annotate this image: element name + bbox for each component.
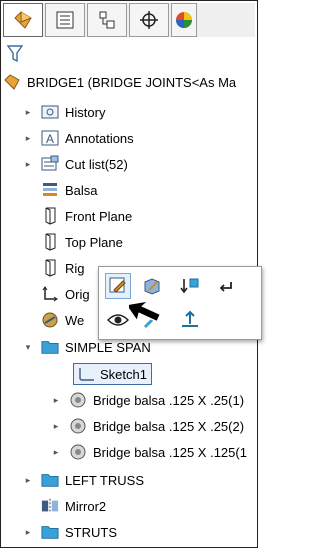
expand-arrow-icon[interactable]: ▸ (51, 421, 61, 431)
rollback-icon (180, 278, 199, 294)
tree-item-body2[interactable]: ▸ Bridge balsa .125 X .25(2) (51, 415, 244, 437)
tree-root[interactable]: BRIDGE1 (BRIDGE JOINTS<As Ma (3, 71, 236, 93)
folder-icon (41, 471, 59, 489)
body2-label: Bridge balsa .125 X .25(2) (93, 418, 245, 434)
mirror-icon (41, 497, 59, 515)
edit-sketch-button[interactable] (105, 273, 131, 299)
folder-icon (41, 338, 59, 356)
filter-button[interactable] (6, 45, 24, 66)
tree-folder-struts[interactable]: ▸ STRUTS (23, 521, 117, 543)
solid-body-icon (69, 391, 87, 409)
history-icon (41, 103, 59, 121)
show-button[interactable] (105, 307, 131, 333)
top-plane-label: Top Plane (65, 234, 123, 250)
tab-display-manager[interactable] (171, 3, 197, 37)
front-plane-label: Front Plane (65, 208, 133, 224)
tree-item-weldment[interactable]: We (41, 309, 84, 331)
simple-span-label: SIMPLE SPAN (65, 339, 151, 355)
tree-item-material[interactable]: Balsa (41, 179, 98, 201)
annotations-label: Annotations (65, 130, 134, 146)
cutlist-label: Cut list(52) (65, 156, 128, 172)
tree-folder-left-truss[interactable]: ▸ LEFT TRUSS (23, 469, 144, 491)
right-plane-label: Rig (65, 260, 85, 276)
folder-icon (41, 523, 59, 541)
left-truss-label: LEFT TRUSS (65, 472, 144, 488)
expand-arrow-icon[interactable]: ▸ (23, 527, 33, 537)
plane-icon (41, 259, 59, 277)
tree-item-origin[interactable]: Orig (41, 283, 90, 305)
weldment-label: We (65, 312, 85, 328)
mirror2-label: Mirror2 (65, 498, 107, 514)
configuration-manager-icon (99, 11, 115, 29)
expand-arrow-icon[interactable]: ▸ (23, 159, 33, 169)
tree-item-cutlist[interactable]: ▸ Cut list(52) (23, 153, 128, 175)
sketch1-label: Sketch1 (100, 366, 147, 382)
root-label: BRIDGE1 (BRIDGE JOINTS<As Ma (27, 74, 237, 90)
sketch-icon (78, 365, 96, 383)
solid-body-icon (69, 417, 87, 435)
plane-icon (41, 207, 59, 225)
tab-property-manager[interactable] (45, 3, 85, 37)
material-label: Balsa (65, 182, 98, 198)
rollback-button[interactable] (177, 273, 203, 299)
tree-item-mirror2[interactable]: Mirror2 (41, 495, 106, 517)
body1-label: Bridge balsa .125 X .25(1) (93, 392, 245, 408)
dimxpert-manager-icon (140, 11, 158, 29)
tree-item-front-plane[interactable]: Front Plane (41, 205, 132, 227)
plane-icon (41, 233, 59, 251)
tree-item-sketch1[interactable]: Sketch1 (73, 363, 152, 385)
expand-arrow-icon[interactable]: ▸ (23, 475, 33, 485)
svg-text:A: A (46, 132, 54, 146)
material-icon (41, 181, 59, 199)
expand-arrow-icon[interactable]: ▸ (23, 107, 33, 117)
edit-feature-icon (144, 278, 160, 295)
undo-button[interactable] (213, 273, 239, 299)
property-manager-icon (56, 11, 74, 29)
tree-item-top-plane[interactable]: Top Plane (41, 231, 123, 253)
expand-arrow-icon[interactable]: ▸ (23, 133, 33, 143)
tree-item-history[interactable]: ▸ History (23, 101, 106, 123)
origin-icon (41, 285, 59, 303)
mouse-cursor-icon (129, 299, 162, 323)
normal-to-button[interactable] (177, 307, 203, 333)
show-icon (107, 314, 129, 326)
annotations-icon: A (41, 129, 59, 147)
tree-item-body1[interactable]: ▸ Bridge balsa .125 X .25(1) (51, 389, 244, 411)
filter-icon (6, 45, 24, 63)
tree-item-body3[interactable]: ▸ Bridge balsa .125 X .125(1 (51, 441, 247, 463)
cut-list-icon (41, 155, 59, 173)
body3-label: Bridge balsa .125 X .125(1 (93, 444, 247, 460)
expand-arrow-icon[interactable]: ▸ (51, 447, 61, 457)
struts-label: STRUTS (65, 524, 117, 540)
feature-manager-icon (14, 11, 32, 29)
manager-tab-bar (3, 3, 255, 37)
part-icon (3, 73, 21, 91)
tree-item-annotations[interactable]: ▸ A Annotations (23, 127, 134, 149)
display-manager-icon (176, 12, 192, 28)
tab-configuration-manager[interactable] (87, 3, 127, 37)
undo-arrow-icon (219, 282, 232, 292)
origin-label: Orig (65, 286, 90, 302)
weldment-icon (41, 311, 59, 329)
context-toolbar (98, 266, 262, 340)
collapse-arrow-icon[interactable]: ▾ (23, 342, 33, 352)
edit-sketch-icon (109, 277, 126, 293)
tab-dimxpert-manager[interactable] (129, 3, 169, 37)
solid-body-icon (69, 443, 87, 461)
expand-arrow-icon[interactable]: ▸ (51, 395, 61, 405)
tab-feature-manager[interactable] (3, 3, 43, 37)
feature-manager-panel: BRIDGE1 (BRIDGE JOINTS<As Ma ▸ History ▸… (0, 0, 262, 548)
normal-to-icon (182, 310, 198, 327)
selected-highlight: Sketch1 (73, 363, 152, 385)
tree-item-right-plane[interactable]: Rig (41, 257, 85, 279)
history-label: History (65, 104, 106, 120)
